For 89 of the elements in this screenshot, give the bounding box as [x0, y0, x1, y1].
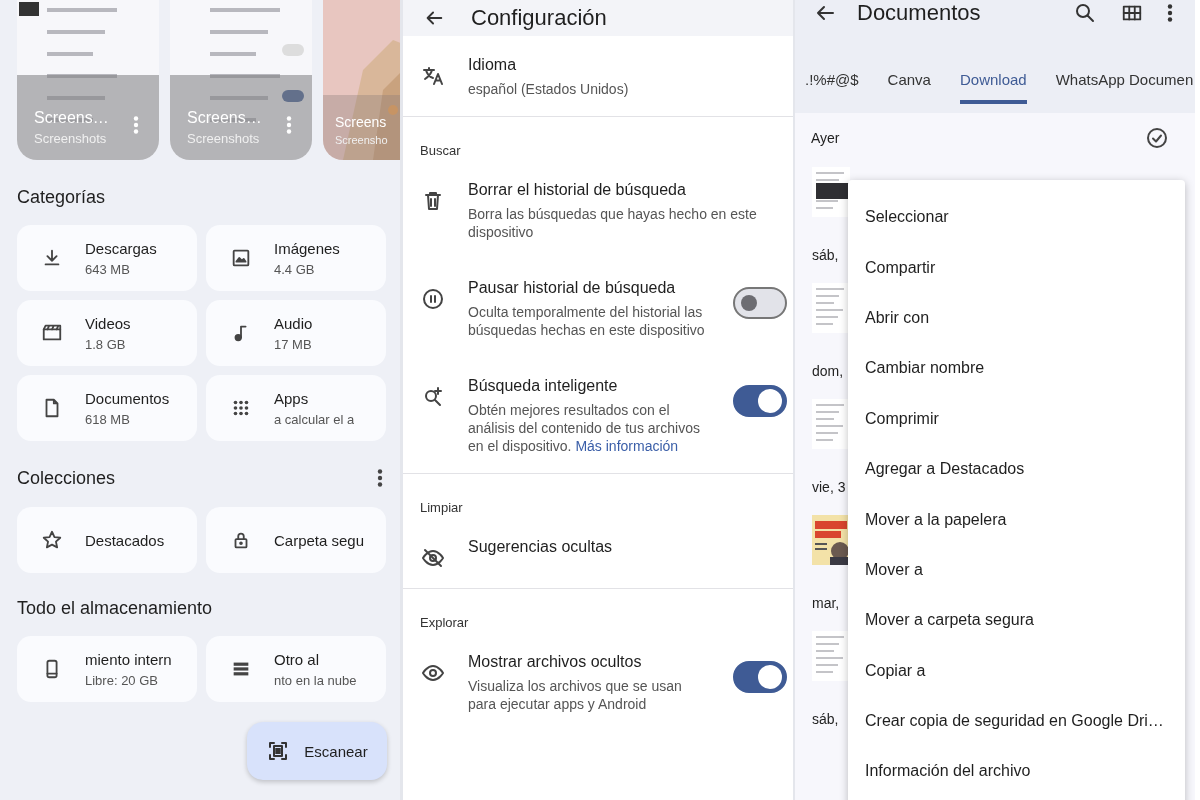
card-title: Carpeta segu [274, 531, 365, 549]
menu-item[interactable]: Información del archivo [848, 746, 1185, 797]
card-detail: 17 MB [274, 336, 313, 352]
file-date: vie, 3 [812, 479, 846, 495]
setting-title: Idioma [468, 55, 518, 75]
screen-title: Documentos [857, 0, 982, 26]
card-detail: 643 MB [85, 261, 131, 277]
group-heading: Ayer [811, 130, 840, 146]
screen-title: Configuración [471, 5, 607, 31]
menu-item[interactable]: Compartir [848, 242, 1185, 293]
collection-card[interactable]: Destacados [17, 507, 197, 573]
file-date: dom, [812, 363, 844, 379]
card-title: Descargas [85, 239, 157, 257]
thumbnail-subtitle: Screenshots [187, 131, 261, 146]
category-card[interactable]: Imágenes 4.4 GB [206, 225, 386, 291]
menu-item[interactable]: Seleccionar [848, 192, 1185, 243]
folder-tab[interactable]: WhatsApp Documen [1055, 67, 1194, 104]
more-info-link[interactable]: Más información [575, 438, 679, 454]
card-title: Videos [85, 314, 131, 332]
more-icon[interactable] [377, 469, 383, 487]
card-title: Imágenes [274, 239, 340, 257]
section-heading: Buscar [419, 142, 462, 160]
section-heading: Categorías [17, 186, 106, 208]
thumbnail-title: Screens… [34, 109, 109, 127]
menu-item[interactable]: Comprimir [848, 393, 1185, 444]
setting-description: español (Estados Unidos) [468, 80, 630, 98]
category-card[interactable]: Descargas 643 MB [17, 225, 197, 291]
menu-item[interactable]: Copiar a [848, 645, 1185, 696]
setting-title: Pausar historial de búsqueda [468, 278, 677, 298]
card-title: Documentos [85, 389, 170, 407]
check-circle-icon[interactable] [1145, 126, 1169, 150]
card-detail: 618 MB [85, 411, 131, 427]
translate-icon [421, 64, 445, 88]
card-detail: nto en la nube [274, 672, 357, 688]
card-title: Audio [274, 314, 313, 332]
file-date: sáb, [812, 247, 839, 263]
menu-item[interactable]: Mover a [848, 544, 1185, 596]
eye-off-icon [421, 546, 445, 570]
setting-description: Obtén mejores resultados con el análisis del contenido de tus archivos en el dispositivo. Más información [468, 401, 701, 455]
thumbnail-title: Screens… [187, 109, 262, 127]
setting-description: Visualiza los archivos que se usan para ejecutar apps y Android [468, 677, 683, 713]
image-icon [230, 247, 252, 269]
category-card[interactable]: Videos 1.8 GB [17, 300, 197, 366]
setting-title: Sugerencias ocultas [468, 537, 614, 557]
file-date: sáb, [812, 711, 839, 727]
menu-item[interactable]: Mover a carpeta segura [848, 595, 1185, 646]
setting-title: Borrar el historial de búsqueda [468, 180, 687, 200]
toggle-switch[interactable] [733, 385, 787, 417]
card-title: Destacados [85, 531, 165, 549]
section-heading: Todo el almacenamiento [17, 597, 213, 619]
scan-button[interactable]: Escanear [247, 722, 387, 780]
storage-card[interactable]: Otro al nto en la nube [206, 636, 386, 702]
thumbnail-subtitle: Screenshots [34, 131, 108, 146]
menu-item[interactable]: Abrir con [848, 292, 1185, 344]
setting-description: Oculta temporalmente del historial las búsquedas hechas en este dispositivo [468, 303, 706, 339]
section-heading: Explorar [419, 614, 470, 632]
toggle-switch[interactable] [733, 287, 787, 319]
card-title: miento intern [85, 650, 172, 668]
collection-card[interactable]: Carpeta segu [206, 507, 386, 573]
card-detail: 4.4 GB [274, 261, 316, 277]
setting-title: Búsqueda inteligente [468, 376, 619, 396]
search-icon[interactable] [1073, 1, 1097, 25]
more-icon[interactable] [1167, 4, 1173, 22]
thumbnail-title: Screens [335, 114, 388, 130]
category-card[interactable]: Apps a calcular el a [206, 375, 386, 441]
folder-tab[interactable]: .!%#@$ [805, 67, 859, 104]
category-card[interactable]: Documentos 618 MB [17, 375, 197, 441]
file-date: mar, [812, 595, 840, 611]
folder-tab[interactable]: Download [959, 67, 1027, 104]
setting-description: Borra las búsquedas que hayas hecho en este dispositivo [468, 205, 758, 241]
pause-icon [421, 287, 445, 311]
folder-tab[interactable]: Canva [887, 67, 931, 104]
toggle-switch[interactable] [733, 661, 787, 693]
card-title: Apps [274, 389, 310, 407]
section-heading: Colecciones [17, 467, 116, 489]
card-detail: 1.8 GB [85, 336, 127, 352]
menu-item[interactable]: Cambiar nombre [848, 343, 1185, 394]
card-title: Otro al [274, 650, 320, 668]
category-card[interactable]: Audio 17 MB [206, 300, 386, 366]
setting-title: Mostrar archivos ocultos [468, 652, 643, 672]
storage-card[interactable]: miento intern Libre: 20 GB [17, 636, 197, 702]
menu-item[interactable]: Mover a la papelera [848, 494, 1185, 545]
section-heading: Limpiar [419, 499, 464, 517]
menu-item[interactable]: Agregar a Destacados [848, 443, 1185, 495]
star-icon [41, 529, 63, 551]
card-detail: Libre: 20 GB [85, 672, 159, 688]
menu-item[interactable]: Crear copia de seguridad en Google Dri… [848, 695, 1185, 747]
card-detail: a calcular el a [274, 411, 355, 427]
thumbnail-subtitle: Screensho [335, 134, 388, 146]
